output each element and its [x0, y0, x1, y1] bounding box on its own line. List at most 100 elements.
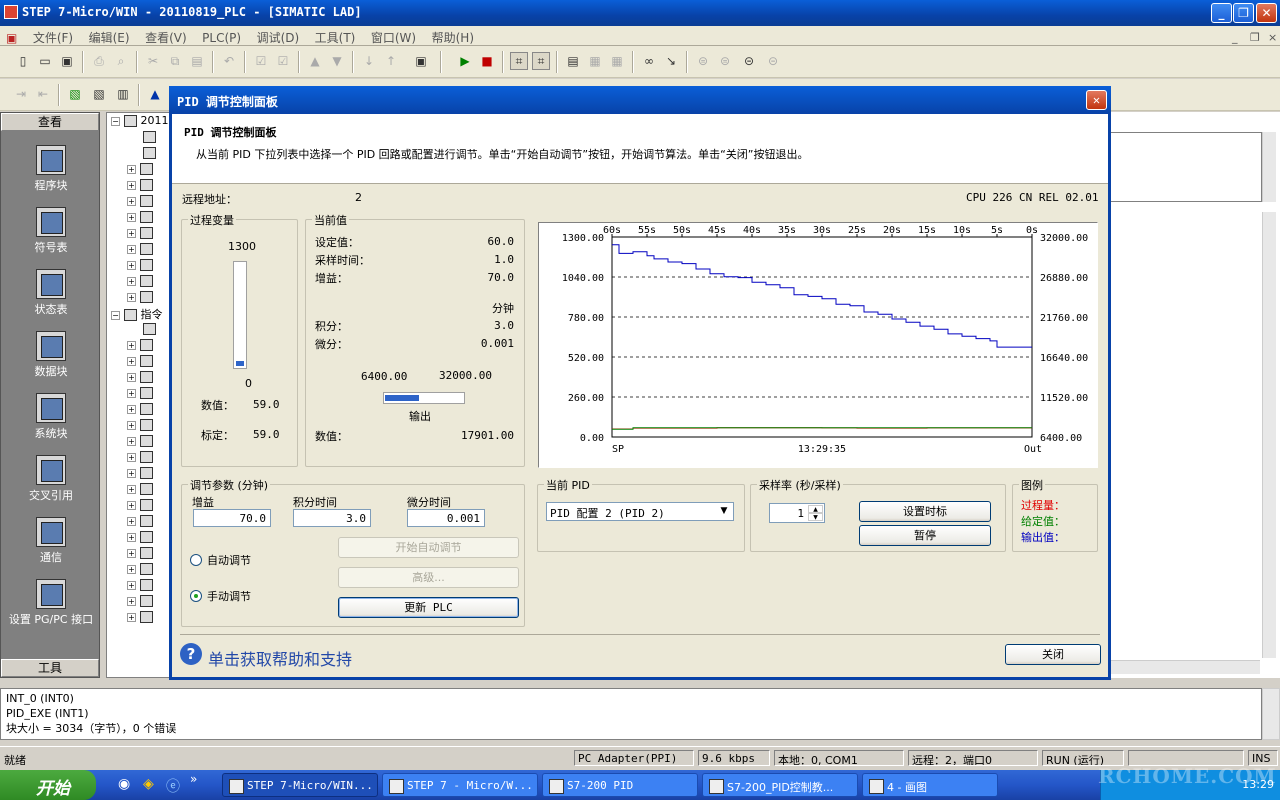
menu-window[interactable]: 窗口(W)	[365, 26, 422, 46]
line-draw-icon[interactable]: ▲	[146, 85, 164, 103]
tree-row[interactable]: +	[127, 466, 153, 482]
print-icon[interactable]: ⎙	[90, 52, 108, 70]
task-paint[interactable]: 4 - 画图	[862, 773, 998, 797]
lock2-icon[interactable]: ⊜	[716, 52, 734, 70]
set-time-scale-button[interactable]: 设置时标	[859, 501, 991, 522]
start-button[interactable]: 开始	[0, 770, 96, 800]
menu-file[interactable]: 文件(F)	[27, 26, 79, 46]
tree-row[interactable]	[143, 322, 156, 338]
menu-edit[interactable]: 编辑(E)	[83, 26, 136, 46]
help-icon[interactable]: ?	[180, 643, 202, 665]
close-window-button[interactable]: ✕	[1256, 3, 1277, 23]
tree-row[interactable]: +	[127, 194, 153, 210]
undo-icon[interactable]: ↶	[220, 52, 238, 70]
table-icon[interactable]: ▦	[586, 52, 604, 70]
param-integral-input[interactable]: 3.0	[293, 509, 371, 527]
tree-row[interactable]	[143, 130, 156, 146]
lock-icon[interactable]: ⊜	[694, 52, 712, 70]
tree-row[interactable]: +	[127, 354, 153, 370]
print-preview-icon[interactable]: ⌕	[112, 52, 130, 70]
delete-network-icon[interactable]: ⇤	[34, 85, 52, 103]
upload-icon[interactable]: ▲	[306, 52, 324, 70]
mdi-minimize-button[interactable]: _	[1226, 28, 1244, 44]
menu-view[interactable]: 查看(V)	[139, 26, 193, 46]
manual-tune-radio[interactable]	[190, 590, 202, 602]
tree-row[interactable]: +	[127, 530, 153, 546]
compile-all-icon[interactable]: ☑	[274, 52, 292, 70]
nav-set-pgpc-interface[interactable]: 设置 PG/PC 接口	[1, 579, 101, 627]
trend-view-icon[interactable]: ⌗	[532, 52, 550, 70]
tree-row[interactable]: +	[127, 610, 153, 626]
update-plc-button[interactable]: 更新 PLC	[338, 597, 519, 618]
open-icon[interactable]: ▭	[36, 52, 54, 70]
cut-icon[interactable]: ✂	[144, 52, 162, 70]
stl-view-icon[interactable]: ▧	[90, 85, 108, 103]
start-auto-tune-button[interactable]: 开始自动调节	[338, 537, 519, 558]
more-icon[interactable]: »	[190, 772, 197, 786]
force-icon[interactable]: ∞	[640, 52, 658, 70]
tree-row[interactable]: − 2011	[111, 114, 169, 130]
nav-symbol-table[interactable]: 符号表	[1, 207, 101, 255]
nav-communication[interactable]: 通信	[1, 517, 101, 565]
main-titlebar[interactable]: STEP 7-Micro/WIN - 20110819_PLC - [SIMAT…	[0, 0, 1280, 26]
sort-descending-icon[interactable]: ↑	[382, 52, 400, 70]
save-icon[interactable]: ▣	[58, 52, 76, 70]
quicklaunch-icon[interactable]: ◉	[118, 776, 130, 792]
fbd-view-icon[interactable]: ▥	[114, 85, 132, 103]
minimize-button[interactable]: _	[1211, 3, 1232, 23]
sort-ascending-icon[interactable]: ↓	[360, 52, 378, 70]
menu-tools[interactable]: 工具(T)	[309, 26, 362, 46]
tree-row[interactable]: +	[127, 290, 153, 306]
tree-row[interactable]: +	[127, 450, 153, 466]
status-chart-icon[interactable]: ▤	[564, 52, 582, 70]
dialog-close-button[interactable]: ✕	[1086, 90, 1107, 110]
scrollbar[interactable]	[1262, 212, 1276, 658]
advanced-button[interactable]: 高级...	[338, 567, 519, 588]
doc-icon[interactable]: ▣	[0, 28, 23, 45]
table-edit-icon[interactable]: ▦	[608, 52, 626, 70]
quicklaunch-icon[interactable]: ◈	[143, 776, 154, 792]
close-button[interactable]: 关闭	[1005, 644, 1101, 665]
help-link[interactable]: 单击获取帮助和支持	[208, 646, 352, 670]
sample-rate-spinner[interactable]: 1 ▲ ▼	[769, 503, 825, 523]
tree-row[interactable]: +	[127, 562, 153, 578]
scrollbar[interactable]	[1110, 660, 1260, 674]
tree-row[interactable]: +	[127, 498, 153, 514]
nav-system-block[interactable]: 系统块	[1, 393, 101, 441]
tree-row[interactable]: +	[127, 274, 153, 290]
nav-footer[interactable]: 工具	[1, 659, 99, 677]
scrollbar[interactable]	[1262, 132, 1276, 202]
run-icon[interactable]: ▶	[456, 52, 474, 70]
menu-help[interactable]: 帮助(H)	[426, 26, 480, 46]
tree-row[interactable]: +	[127, 578, 153, 594]
pid-select[interactable]: PID 配置 2 (PID 2) ▼	[546, 502, 734, 521]
tree-row[interactable]: +	[127, 418, 153, 434]
unlock-icon[interactable]: ⊝	[740, 52, 758, 70]
tree-row[interactable]: +	[127, 338, 153, 354]
tree-row[interactable]: +	[127, 482, 153, 498]
menu-plc[interactable]: PLC(P)	[196, 28, 247, 45]
tree-row[interactable]: +	[127, 162, 153, 178]
tree-row[interactable]: +	[127, 434, 153, 450]
ie-icon[interactable]: ⓔ	[166, 776, 180, 796]
program-status-icon[interactable]: ⌗	[510, 52, 528, 70]
nav-cross-reference[interactable]: 交叉引用	[1, 455, 101, 503]
tree-row[interactable]: − 指令	[111, 306, 163, 322]
tree-row[interactable]: +	[127, 370, 153, 386]
tree-row[interactable]: +	[127, 226, 153, 242]
options-icon[interactable]: ▣	[412, 52, 430, 70]
maximize-button[interactable]: ❐	[1233, 3, 1254, 23]
new-icon[interactable]: ▯	[14, 52, 32, 70]
insert-network-icon[interactable]: ⇥	[12, 85, 30, 103]
menu-debug[interactable]: 调试(D)	[251, 26, 306, 46]
download-icon[interactable]: ▼	[328, 52, 346, 70]
tree-row[interactable]: +	[127, 242, 153, 258]
tree-row[interactable]: +	[127, 514, 153, 530]
spin-down-icon[interactable]: ▼	[808, 513, 823, 521]
copy-icon[interactable]: ⧉	[166, 52, 184, 70]
task-pdf[interactable]: S7-200_PID控制教...	[702, 773, 858, 797]
tree-row[interactable]: +	[127, 210, 153, 226]
tree-row[interactable]: +	[127, 546, 153, 562]
tree-row[interactable]: +	[127, 386, 153, 402]
nav-data-block[interactable]: 数据块	[1, 331, 101, 379]
